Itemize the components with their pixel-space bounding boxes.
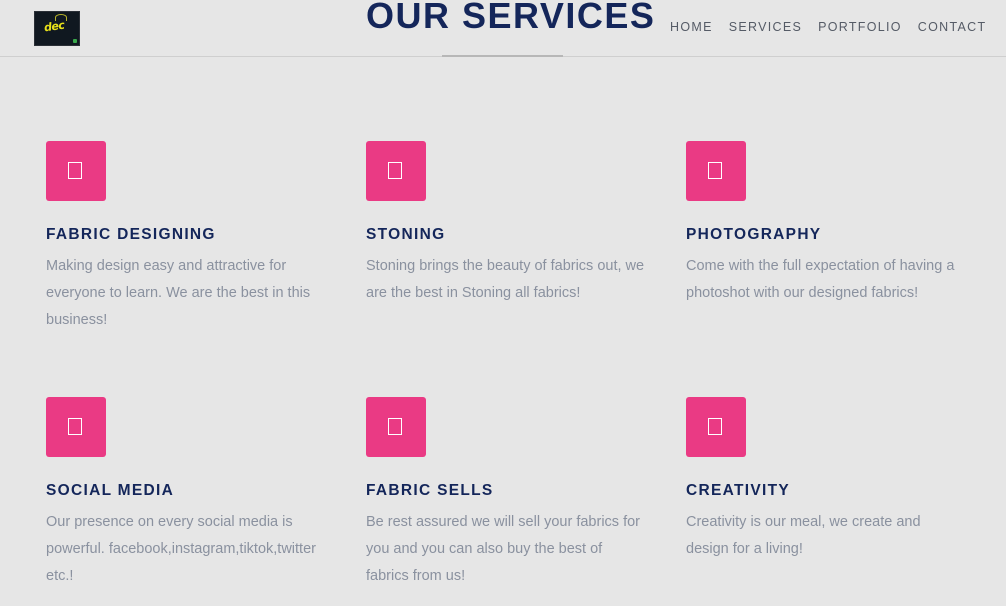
service-title: FABRIC DESIGNING (46, 226, 216, 243)
service-title: CREATIVITY (686, 482, 790, 499)
title-underline (442, 55, 563, 57)
service-icon (708, 162, 722, 179)
nav-contact[interactable]: CONTACT (918, 19, 987, 35)
service-icon (388, 418, 402, 435)
service-icon-box (366, 397, 426, 457)
service-card-social-media: SOCIAL MEDIA Our presence on every socia… (46, 397, 336, 584)
service-card-stoning: STONING Stoning brings the beauty of fab… (366, 141, 656, 301)
page-title: OUR SERVICES (366, 0, 656, 36)
service-icon (68, 162, 82, 179)
service-icon (68, 418, 82, 435)
logo-text: dec (43, 18, 66, 35)
nav-portfolio[interactable]: PORTFOLIO (818, 19, 902, 35)
service-description: Come with the full expectation of having… (686, 258, 955, 301)
service-title: PHOTOGRAPHY (686, 226, 822, 243)
service-description: Creativity is our meal, we create and de… (686, 514, 921, 557)
service-description: Be rest assured we will sell your fabric… (366, 514, 640, 584)
service-icon-box (46, 141, 106, 201)
service-icon-box (686, 141, 746, 201)
site-header: dec OUR SERVICES HOME SERVICES PORTFOLIO… (0, 0, 1006, 57)
service-icon (708, 418, 722, 435)
service-card-creativity: CREATIVITY Creativity is our meal, we cr… (686, 397, 976, 557)
main-nav: HOME SERVICES PORTFOLIO CONTACT (670, 19, 1002, 35)
nav-home[interactable]: HOME (670, 19, 713, 35)
service-card-fabric-sells: FABRIC SELLS Be rest assured we will sel… (366, 397, 656, 584)
service-card-photography: PHOTOGRAPHY Come with the full expectati… (686, 141, 976, 301)
service-icon-box (46, 397, 106, 457)
nav-services[interactable]: SERVICES (729, 19, 802, 35)
service-description: Our presence on every social media is po… (46, 514, 316, 584)
service-description: Stoning brings the beauty of fabrics out… (366, 258, 645, 301)
service-icon-box (366, 141, 426, 201)
service-title: FABRIC SELLS (366, 482, 494, 499)
service-card-fabric-designing: FABRIC DESIGNING Making design easy and … (46, 141, 336, 328)
site-logo[interactable]: dec (34, 11, 80, 46)
service-title: STONING (366, 226, 446, 243)
service-title: SOCIAL MEDIA (46, 482, 175, 499)
service-description: Making design easy and attractive for ev… (46, 258, 311, 328)
service-icon-box (686, 397, 746, 457)
service-icon (388, 162, 402, 179)
logo-dot-icon (73, 39, 77, 43)
